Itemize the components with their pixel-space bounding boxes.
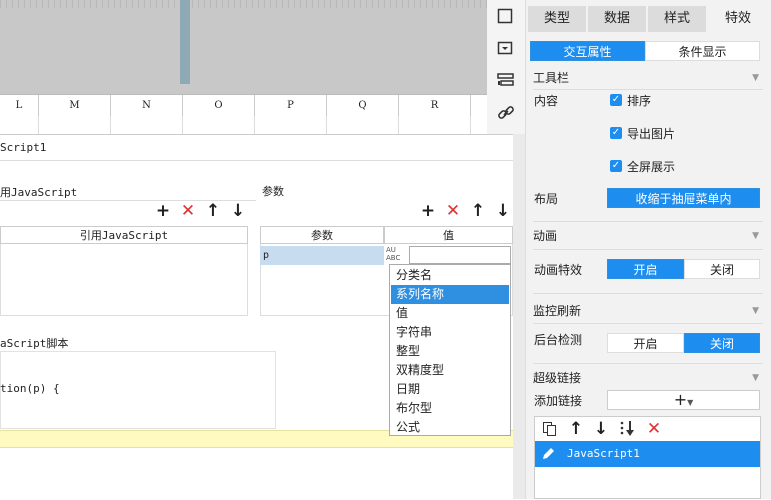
type-dropdown: 分类名 系列名称 值 字符串 整型 双精度型 日期 布尔型 公式 [389, 264, 511, 436]
animation-effect-label: 动画特效 [534, 263, 583, 277]
layout-select[interactable]: 收缩于抽屉菜单内 [607, 188, 760, 208]
export-image-checkbox[interactable]: ✓ [610, 127, 622, 139]
collapse-icon[interactable]: ▼ [752, 225, 759, 247]
script-code-line: tion(p) { [0, 382, 60, 395]
params-title: 参数 [262, 185, 284, 198]
link-icon[interactable] [497, 104, 515, 122]
layout-label: 布局 [534, 192, 559, 206]
delete-ref-button[interactable]: ✕ [179, 202, 197, 220]
column-header-row: L M N O P Q R [0, 94, 487, 118]
collapse-icon[interactable]: ▼ [752, 300, 759, 322]
column-header[interactable]: Q [327, 95, 399, 117]
move-up-param-button[interactable]: ↑ [469, 202, 487, 220]
fullscreen-label: 全屏展示 [627, 160, 676, 174]
section-title: 动画 [533, 229, 558, 243]
move-to-bottom-icon[interactable] [619, 420, 637, 438]
monitor-off-button[interactable]: 关闭 [684, 333, 760, 353]
type-option[interactable]: 字符串 [391, 323, 509, 342]
animation-off-button[interactable]: 关闭 [684, 259, 760, 279]
monitor-on-button[interactable]: 开启 [607, 333, 684, 353]
add-link-label: 添加链接 [534, 394, 583, 408]
collapse-icon[interactable]: ▼ [752, 67, 759, 89]
move-down-param-button[interactable]: ↓ [494, 202, 512, 220]
content-label: 内容 [534, 94, 559, 108]
add-ref-button[interactable]: + [154, 202, 172, 220]
sheet-grid-row [0, 116, 487, 135]
tab-data[interactable]: 数据 [588, 6, 646, 32]
column-header[interactable]: R [399, 95, 471, 117]
dropdown-box-icon[interactable] [497, 40, 513, 56]
move-up-ref-button[interactable]: ↑ [204, 202, 222, 220]
column-header[interactable]: L [0, 95, 39, 117]
sort-checkbox[interactable]: ✓ [610, 94, 622, 106]
add-param-button[interactable]: + [419, 202, 437, 220]
type-option[interactable]: 布尔型 [391, 399, 509, 418]
type-option[interactable]: 日期 [391, 380, 509, 399]
tab-style[interactable]: 样式 [648, 6, 706, 32]
copy-icon[interactable] [542, 421, 558, 437]
param-value-header: 值 [384, 226, 513, 244]
param-name-header: 参数 [260, 226, 384, 244]
type-option[interactable]: 整型 [391, 342, 509, 361]
animation-on-button[interactable]: 开启 [607, 259, 684, 279]
type-option[interactable]: 双精度型 [391, 361, 509, 380]
fullscreen-checkbox[interactable]: ✓ [610, 160, 622, 172]
sort-option-label: 排序 [627, 94, 652, 108]
tool-strip [487, 0, 525, 134]
toolbar-section-header[interactable]: 工具栏 ▼ [533, 67, 763, 89]
column-header[interactable]: M [39, 95, 111, 117]
delete-param-button[interactable]: ✕ [444, 202, 462, 220]
edit-icon[interactable] [540, 446, 556, 462]
tab-effects[interactable]: 特效 [708, 6, 768, 32]
move-up-link-button[interactable]: ↑ [567, 420, 585, 438]
monitor-section-header[interactable]: 监控刷新 ▼ [533, 300, 763, 322]
subtab-condition[interactable]: 条件显示 [645, 41, 760, 61]
add-link-button[interactable]: +▼ [607, 390, 760, 410]
subtab-interaction[interactable]: 交互属性 [530, 41, 645, 61]
move-down-ref-button[interactable]: ↓ [229, 202, 247, 220]
selected-column-strip [180, 0, 190, 84]
sheet-canvas [0, 0, 487, 94]
script-section-title: aScript脚本 [0, 337, 69, 350]
column-header[interactable]: N [111, 95, 183, 117]
column-header[interactable]: P [255, 95, 327, 117]
link-item-selected[interactable]: JavaScript1 [535, 441, 760, 467]
square-icon[interactable] [497, 8, 513, 24]
dialog-title: Script1 [0, 141, 47, 154]
section-title: 监控刷新 [533, 304, 582, 318]
animation-section-header[interactable]: 动画 ▼ [533, 225, 763, 247]
type-option-selected[interactable]: 系列名称 [391, 285, 509, 304]
param-value-input[interactable] [409, 246, 511, 264]
section-title: 超级链接 [533, 371, 582, 385]
hyperlink-section-header[interactable]: 超级链接 ▼ [533, 367, 763, 389]
column-header[interactable]: O [183, 95, 255, 117]
referenced-js-title: 用JavaScript [0, 186, 78, 199]
param-row-name[interactable]: p [260, 246, 384, 265]
section-title: 工具栏 [533, 71, 570, 85]
background-check-label: 后台检测 [534, 333, 583, 347]
tab-type[interactable]: 类型 [528, 6, 586, 32]
type-option[interactable]: 公式 [391, 418, 509, 437]
export-image-label: 导出图片 [627, 127, 676, 141]
referenced-js-header: 引用JavaScript [0, 226, 248, 244]
widget-list-icon[interactable] [497, 72, 515, 88]
delete-link-button[interactable]: ✕ [645, 420, 663, 438]
move-down-link-button[interactable]: ↓ [592, 420, 610, 438]
type-option[interactable]: 分类名 [391, 266, 509, 285]
collapse-icon[interactable]: ▼ [752, 367, 759, 389]
type-option[interactable]: 值 [391, 304, 509, 323]
type-selector-icon[interactable]: AU ABC [386, 246, 408, 264]
link-item-label: JavaScript1 [567, 447, 640, 460]
